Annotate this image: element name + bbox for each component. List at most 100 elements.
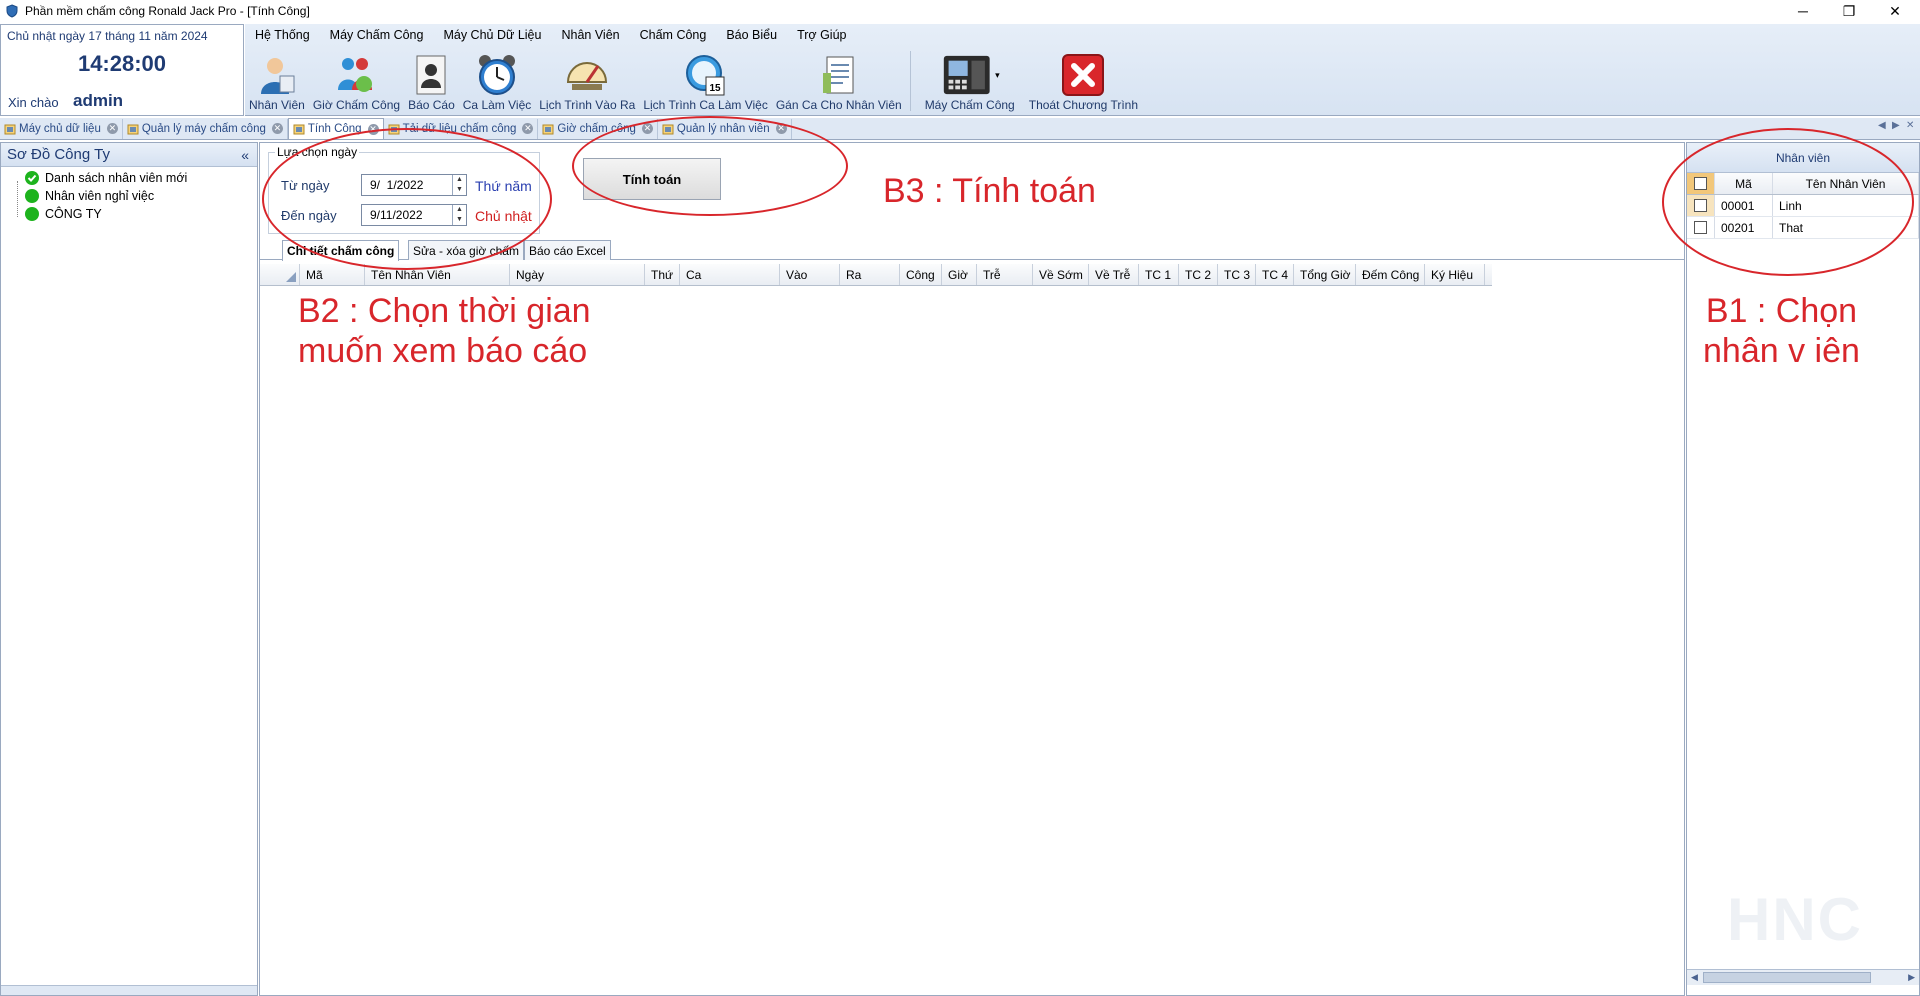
col-in[interactable]: Vào	[780, 264, 840, 285]
tab-data-server[interactable]: Máy chủ dữ liệu ✕	[0, 118, 123, 139]
current-time: 14:28:00	[77, 51, 167, 76]
collapse-panel-icon[interactable]: «	[241, 147, 249, 163]
tool-employee-button[interactable]: Nhân Viên	[245, 48, 309, 114]
scrollbar-thumb[interactable]	[1703, 972, 1871, 983]
col-count-workday[interactable]: Đếm Công	[1356, 264, 1425, 285]
col-out[interactable]: Ra	[840, 264, 900, 285]
col-ot1[interactable]: TC 1	[1139, 264, 1179, 285]
annotation-ellipse-calculate	[572, 116, 848, 216]
tab-scroll-left-icon[interactable]: ◀	[1878, 120, 1886, 131]
annotation-b3: B3 : Tính toán	[883, 172, 1096, 210]
panel-splitter[interactable]	[1, 985, 257, 995]
tab-close-icon[interactable]: ✕	[106, 123, 118, 134]
tool-inout-schedule-button[interactable]: Lịch Trình Vào Ra	[535, 48, 639, 114]
menu-attendance[interactable]: Chấm Công	[630, 24, 717, 46]
tool-employee-label: Nhân Viên	[249, 98, 305, 112]
col-early-leave[interactable]: Về Sớm	[1033, 264, 1089, 285]
horizontal-scrollbar[interactable]: ◀ ▶	[1687, 969, 1919, 985]
tree-item-label: Nhân viên nghỉ việc	[45, 189, 155, 203]
close-window-button[interactable]: ✕	[1872, 0, 1918, 22]
attendance-time-icon	[333, 52, 379, 98]
col-date[interactable]: Ngày	[510, 264, 645, 285]
col-ot3[interactable]: TC 3	[1218, 264, 1256, 285]
tree-item-label: CÔNG TY	[45, 207, 102, 221]
menu-time-clock[interactable]: Máy Chấm Công	[320, 24, 434, 46]
tab-label: Máy chủ dữ liệu	[19, 122, 101, 135]
svg-text:15: 15	[709, 83, 721, 94]
tab-close-all-icon[interactable]: ✕	[1906, 120, 1914, 131]
tool-shift-schedule-label: Lịch Trình Ca Làm Việc	[643, 98, 768, 112]
tab-form-icon	[293, 124, 305, 135]
tool-report-button[interactable]: Báo Cáo	[404, 48, 459, 114]
col-ot4[interactable]: TC 4	[1256, 264, 1294, 285]
ribbon: Hệ Thống Máy Chấm Công Máy Chủ Dữ Liệu N…	[245, 24, 1920, 116]
info-panel: Chủ nhật ngày 17 tháng 11 năm 2024 14:28…	[0, 24, 244, 116]
time-clock-device-icon: ▾	[940, 52, 1000, 98]
username: admin	[73, 91, 124, 110]
col-code[interactable]: Mã	[300, 264, 365, 285]
menu-system[interactable]: Hệ Thống	[245, 24, 320, 46]
tree-item-resigned[interactable]: Nhân viên nghỉ việc	[25, 189, 154, 203]
tab-form-icon	[4, 124, 16, 134]
tool-exit-label: Thoát Chương Trình	[1028, 98, 1139, 112]
annotation-b2: B2 : Chọn thời gian muốn xem báo cáo	[298, 292, 591, 370]
tree-item-new-employees[interactable]: Danh sách nhân viên mới	[25, 171, 187, 185]
annotation-ellipse-dates	[262, 128, 552, 270]
minimize-button[interactable]: ─	[1780, 0, 1826, 22]
restore-button[interactable]: ❐	[1826, 0, 1872, 22]
tool-shift-button[interactable]: Ca Làm Việc	[459, 48, 535, 114]
col-symbol[interactable]: Ký Hiệu	[1425, 264, 1485, 285]
scroll-left-icon[interactable]: ◀	[1691, 972, 1698, 983]
menu-data-server[interactable]: Máy Chủ Dữ Liệu	[433, 24, 551, 46]
status-dot-icon	[25, 189, 39, 203]
col-late-leave[interactable]: Về Trễ	[1089, 264, 1139, 285]
calendar-clock-icon: 15	[683, 52, 729, 98]
col-shift[interactable]: Ca	[680, 264, 780, 285]
assign-shift-icon	[816, 52, 862, 98]
menu-bar: Hệ Thống Máy Chấm Công Máy Chủ Dữ Liệu N…	[245, 24, 856, 46]
tool-attendance-time-button[interactable]: Giờ Chấm Công	[309, 48, 404, 114]
gauge-icon	[564, 52, 610, 98]
tab-scroll-right-icon[interactable]: ▶	[1892, 120, 1900, 131]
tree-item-label: Danh sách nhân viên mới	[45, 171, 188, 185]
col-late[interactable]: Trễ	[977, 264, 1033, 285]
tool-assign-shift-label: Gán Ca Cho Nhân Viên	[775, 98, 902, 112]
tool-shift-schedule-button[interactable]: 15 Lịch Trình Ca Làm Việc	[639, 48, 772, 114]
app-shield-icon	[6, 4, 18, 18]
menu-reports[interactable]: Báo Biểu	[716, 24, 787, 46]
tool-attendance-time-label: Giờ Chấm Công	[312, 98, 401, 112]
col-total-hours[interactable]: Tổng Giờ	[1294, 264, 1356, 285]
tab-excel-report[interactable]: Báo cáo Excel	[524, 240, 611, 260]
tool-assign-shift-button[interactable]: Gán Ca Cho Nhân Viên	[772, 48, 906, 114]
check-circle-icon	[25, 171, 39, 185]
col-workday[interactable]: Công	[900, 264, 942, 285]
company-tree-panel: Sơ Đồ Công Ty « Danh sách nhân viên mới …	[0, 142, 258, 996]
col-weekday[interactable]: Thứ	[645, 264, 680, 285]
watermark-logo: HNC	[1727, 886, 1863, 953]
tree-item-company[interactable]: CÔNG TY	[25, 207, 102, 221]
toolbar: Nhân Viên Giờ Chấm Công Báo Cáo Ca Làm V…	[245, 48, 1142, 114]
current-date: Chủ nhật ngày 17 tháng 11 năm 2024	[7, 29, 208, 43]
annotation-ellipse-employees	[1662, 128, 1914, 276]
tool-device-label: Máy Chấm Công	[924, 98, 1015, 112]
menu-employees[interactable]: Nhân Viên	[551, 24, 629, 46]
tab-form-icon	[542, 124, 554, 134]
tool-report-label: Báo Cáo	[408, 98, 455, 112]
col-hours[interactable]: Giờ	[942, 264, 977, 285]
tool-exit-button[interactable]: Thoát Chương Trình	[1025, 48, 1142, 114]
document-tabs: Máy chủ dữ liệu ✕ Quản lý máy chấm công …	[0, 118, 1920, 140]
menu-help[interactable]: Trợ Giúp	[787, 24, 856, 46]
panel-header: Sơ Đồ Công Ty «	[1, 143, 257, 167]
status-dot-icon	[25, 207, 39, 221]
tab-close-icon[interactable]: ✕	[271, 123, 283, 134]
grid-corner[interactable]	[260, 264, 300, 285]
employee-icon	[254, 52, 300, 98]
tool-device-button[interactable]: ▾ Máy Chấm Công	[915, 48, 1025, 114]
tool-shift-label: Ca Làm Việc	[462, 98, 532, 112]
tab-form-icon	[127, 124, 139, 134]
tab-device-management[interactable]: Quản lý máy chấm công ✕	[123, 118, 288, 139]
scroll-right-icon[interactable]: ▶	[1908, 972, 1915, 983]
alarm-clock-icon	[474, 52, 520, 98]
tab-close-icon[interactable]: ✕	[522, 123, 534, 134]
col-ot2[interactable]: TC 2	[1179, 264, 1218, 285]
